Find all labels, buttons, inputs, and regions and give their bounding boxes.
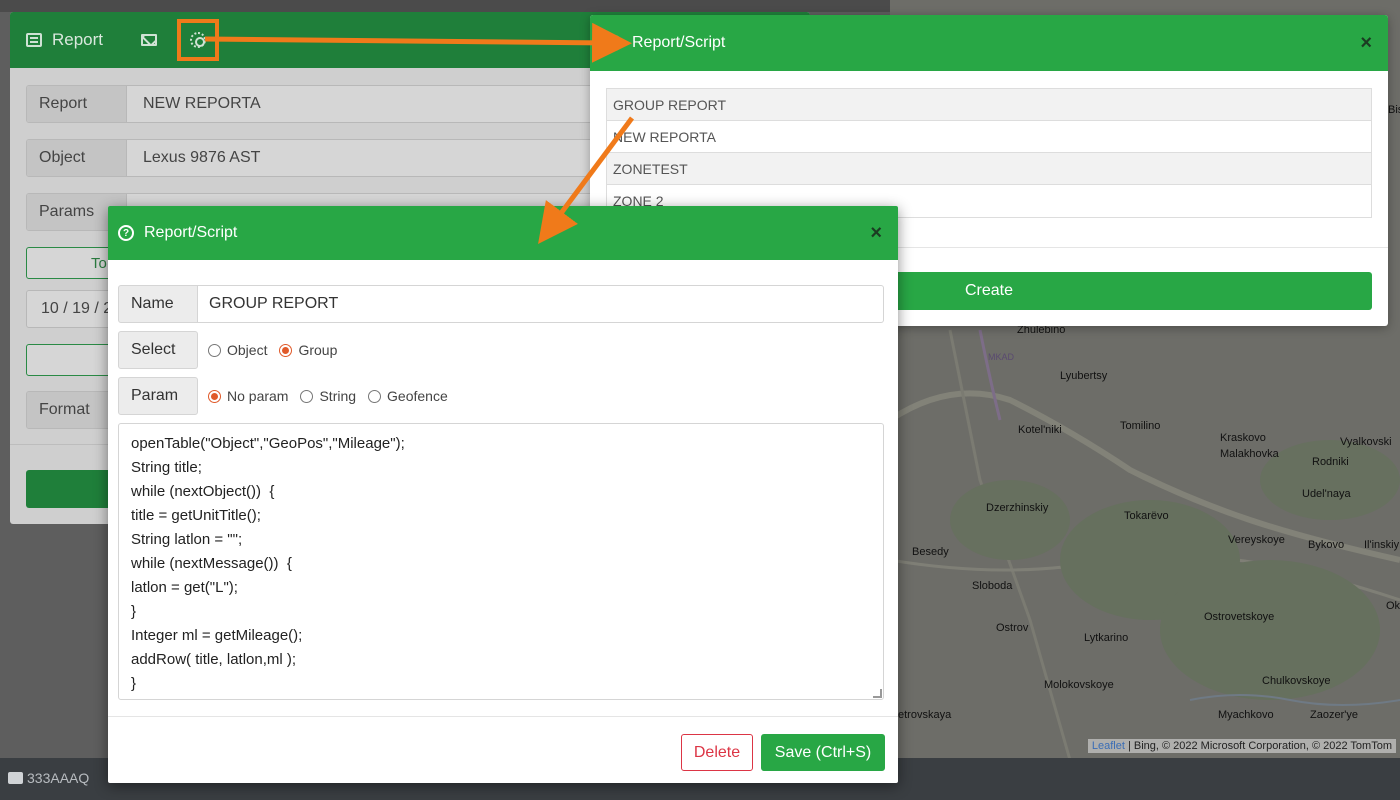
param-label: Param xyxy=(118,377,198,415)
delete-button[interactable]: Delete xyxy=(681,734,753,771)
to-button[interactable]: To xyxy=(26,247,116,279)
attribution-text: | Bing, © 2022 Microsoft Corporation, © … xyxy=(1124,740,1392,752)
format-field-label: Format xyxy=(27,392,115,428)
folder-icon xyxy=(8,772,23,784)
radio-unchecked-icon[interactable] xyxy=(368,389,382,403)
map-label: Kraskovo xyxy=(1220,432,1266,444)
radio-checked-icon[interactable] xyxy=(279,343,293,357)
report-field-value[interactable]: NEW REPORTA xyxy=(127,86,595,122)
map-label: Bykovo xyxy=(1308,539,1345,551)
run-button[interactable] xyxy=(26,470,116,508)
script-textarea[interactable]: openTable("Object","GeoPos","Mileage"); … xyxy=(118,423,884,700)
to-button-label: To xyxy=(91,254,107,272)
map-label: Ok xyxy=(1386,600,1400,612)
leaflet-link[interactable]: Leaflet xyxy=(1092,740,1125,752)
list-icon[interactable] xyxy=(26,33,42,47)
report-list-item[interactable]: ZONETEST xyxy=(607,153,1371,185)
report-field-label: Report xyxy=(27,86,127,122)
map-label: Myachkovo xyxy=(1218,709,1274,721)
radio-unchecked-icon[interactable] xyxy=(300,389,314,403)
secondary-button[interactable] xyxy=(26,344,116,376)
resize-handle-icon[interactable] xyxy=(873,689,882,698)
object-field-label: Object xyxy=(27,140,127,176)
date-input[interactable]: 10 / 19 / 2 xyxy=(26,290,116,328)
close-icon[interactable]: × xyxy=(1360,32,1372,55)
help-icon[interactable]: ? xyxy=(118,225,134,241)
select-radio-group: Object Group xyxy=(198,331,337,369)
report-list-item[interactable]: GROUP REPORT xyxy=(607,89,1371,121)
report-field[interactable]: Report NEW REPORTA xyxy=(26,85,596,123)
map-label: Molokovskoye xyxy=(1044,679,1114,691)
map-label: Besedy xyxy=(912,546,949,558)
map-label: Lyubertsy xyxy=(1060,370,1108,382)
map-label: Kotel'niki xyxy=(1018,424,1062,436)
map-label: Chulkovskoye xyxy=(1262,675,1331,687)
settings-highlight[interactable] xyxy=(177,19,220,61)
report-list-item[interactable]: NEW REPORTA xyxy=(607,121,1371,153)
gear-icon[interactable] xyxy=(190,32,207,48)
save-button[interactable]: Save (Ctrl+S) xyxy=(761,734,885,771)
name-label: Name xyxy=(118,285,198,323)
radio-label: Group xyxy=(298,342,338,358)
report-list-modal-header: ? Report/Script × xyxy=(590,15,1388,71)
name-field[interactable]: Name GROUP REPORT xyxy=(118,285,884,323)
map-label: Lytkarino xyxy=(1084,632,1129,644)
object-field[interactable]: Object Lexus 9876 AST xyxy=(26,139,596,177)
script-editor-modal-header: ? Report/Script × xyxy=(108,206,898,260)
help-icon[interactable]: ? xyxy=(606,35,622,51)
name-input[interactable]: GROUP REPORT xyxy=(198,285,884,323)
script-editor-modal-title: Report/Script xyxy=(144,224,238,241)
map-label: Tokarëvo xyxy=(1124,510,1169,522)
param-field: Param No param String Geofence xyxy=(118,377,884,415)
radio-label: Geofence xyxy=(387,388,448,404)
map-label: Malakhovka xyxy=(1220,448,1279,460)
param-none-radio[interactable]: No param xyxy=(208,388,288,404)
map-label: Dzerzhinskiy xyxy=(986,502,1049,514)
object-field-value[interactable]: Lexus 9876 AST xyxy=(127,140,595,176)
format-field[interactable]: Format xyxy=(26,391,116,429)
radio-checked-icon[interactable] xyxy=(208,389,221,403)
close-icon[interactable]: × xyxy=(870,222,882,245)
date-value: 10 / 19 / 2 xyxy=(41,300,113,317)
select-field: Select Object Group xyxy=(118,331,884,369)
map-label: Zaozer'ye xyxy=(1310,709,1358,721)
map-label: Ostrovetskoye xyxy=(1204,611,1275,623)
map-label: Rodniki xyxy=(1312,456,1349,468)
radio-unchecked-icon[interactable] xyxy=(208,343,221,357)
script-editor-modal: ? Report/Script × Name GROUP REPORT Sele… xyxy=(108,206,898,783)
modal-footer-divider xyxy=(108,716,898,717)
map-label: Tomilino xyxy=(1120,420,1161,432)
map-label: Ostrov xyxy=(996,622,1029,634)
map-attribution: Leaflet | Bing, © 2022 Microsoft Corpora… xyxy=(1087,739,1396,753)
map-label: Vereyskoye xyxy=(1228,534,1285,546)
radio-label: Object xyxy=(227,342,268,358)
map-label: etrovskaya xyxy=(898,709,952,721)
select-label: Select xyxy=(118,331,198,369)
param-string-radio[interactable]: String xyxy=(300,388,356,404)
map-label: Bis xyxy=(1388,104,1400,116)
bottom-item-label: 333AAAQ xyxy=(27,770,90,786)
radio-label: String xyxy=(319,388,357,404)
map-label: Sloboda xyxy=(972,580,1013,592)
select-group-radio[interactable]: Group xyxy=(279,342,337,358)
param-geofence-radio[interactable]: Geofence xyxy=(368,388,448,404)
report-list-modal-title: Report/Script xyxy=(632,34,726,51)
map-label: MKAD xyxy=(988,352,1015,362)
map-label: Il'inskiy xyxy=(1364,539,1400,551)
map-label: Vyalkovski xyxy=(1340,436,1392,448)
bottom-tree-item[interactable]: 333AAAQ xyxy=(8,770,89,786)
report-list: GROUP REPORT NEW REPORTA ZONETEST ZONE 2 xyxy=(606,88,1372,218)
mail-icon[interactable] xyxy=(141,34,158,46)
map-label: Udel'naya xyxy=(1302,488,1351,500)
select-object-radio[interactable]: Object xyxy=(208,342,267,358)
radio-label: No param xyxy=(227,388,289,404)
param-radio-group: No param String Geofence xyxy=(198,377,448,415)
report-panel-title: Report xyxy=(52,30,104,49)
